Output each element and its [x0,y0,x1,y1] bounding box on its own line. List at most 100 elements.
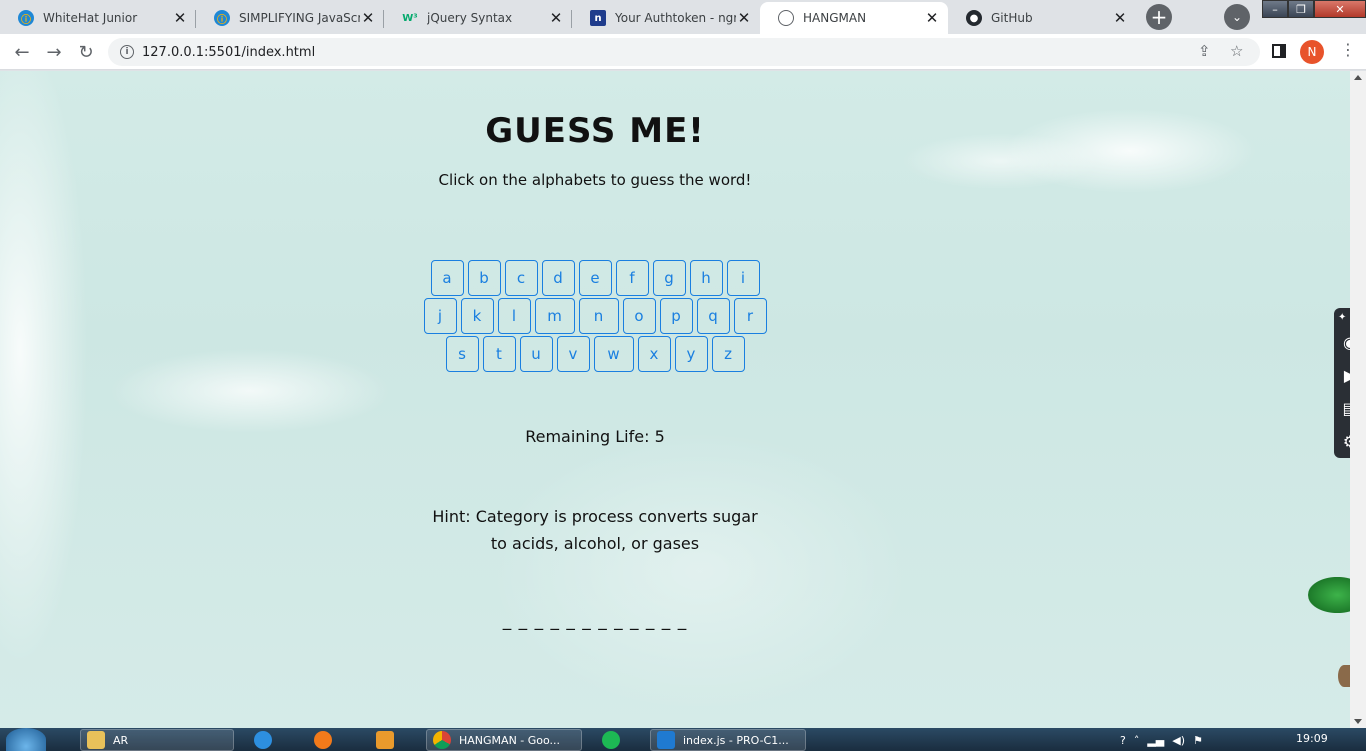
letter-key-f[interactable]: f [615,260,649,296]
side-panel-icon[interactable] [1272,44,1286,58]
start-button[interactable] [6,728,46,751]
minimize-button[interactable]: – [1262,0,1288,18]
close-icon[interactable]: ✕ [924,9,940,27]
taskbar-item-folder[interactable]: AR [80,729,234,751]
letter-key-n[interactable]: n [578,298,619,334]
share-icon[interactable]: ⇪ [1198,42,1211,60]
letter-key-z[interactable]: z [711,336,745,372]
site-info-icon[interactable]: i [120,45,134,59]
tab-search-button[interactable]: ⌄ [1224,4,1250,30]
address-bar[interactable]: i 127.0.0.1:5501/index.html ⇪ ☆ [108,38,1260,66]
letter-key-w[interactable]: w [593,336,634,372]
tab-whitehat-junior[interactable]: ⓘ WhiteHat Junior ✕ [0,2,196,34]
word-blanks: _ _ _ _ _ _ _ _ _ _ _ _ [502,611,688,631]
tab-github[interactable]: ● GitHub ✕ [948,2,1136,34]
new-tab-button[interactable]: + [1146,4,1172,30]
letter-key-y[interactable]: y [674,336,708,372]
chrome-icon [433,731,451,749]
whitehat-icon: ⓘ [214,10,230,26]
tab-title: WhiteHat Junior [43,11,138,25]
clock[interactable]: 19:09 [1296,732,1328,745]
letter-key-c[interactable]: c [504,260,538,296]
taskbar-item-label: index.js - PRO-C1... [683,733,789,747]
taskbar-item-vscode[interactable]: index.js - PRO-C1... [650,729,806,751]
letter-key-h[interactable]: h [689,260,723,296]
window-controls: – ❐ ✕ [1262,0,1366,18]
letter-key-l[interactable]: l [497,298,531,334]
ngrok-icon: n [590,10,606,26]
close-icon[interactable]: ✕ [172,9,188,27]
letter-key-x[interactable]: x [637,336,671,372]
vertical-scrollbar[interactable] [1350,71,1366,728]
keyboard-row: jklmnopqr [420,298,770,334]
scroll-up-arrow-icon[interactable] [1354,75,1362,80]
leaf-decoration [1308,577,1350,613]
restore-button[interactable]: ❐ [1288,0,1314,18]
close-icon[interactable]: ✕ [548,9,564,27]
tab-ngrok-authtoken[interactable]: n Your Authtoken - ngrok ✕ [572,2,760,34]
tab-title: jQuery Syntax [427,11,513,25]
letter-key-d[interactable]: d [541,260,575,296]
menu-kebab-icon[interactable]: ⋮ [1340,40,1356,59]
chevron-up-icon[interactable]: ˄ [1134,734,1140,747]
letter-key-q[interactable]: q [696,298,730,334]
close-icon[interactable]: ✕ [360,9,376,27]
tab-title: GitHub [991,11,1033,25]
tab-jquery-syntax[interactable]: W³ jQuery Syntax ✕ [384,2,572,34]
taskbar-item-chrome[interactable]: HANGMAN - Goo... [426,729,582,751]
forward-arrow-icon[interactable]: → [42,40,66,64]
reload-icon[interactable]: ↻ [74,40,98,64]
tab-title: SIMPLIFYING JavaScript [239,11,360,25]
keyboard-row: abcdefghi [420,260,770,296]
signal-icon[interactable]: ▂▄ [1147,734,1164,747]
windows-taskbar: AR HANGMAN - Goo... index.js - PRO-C1...… [0,728,1366,751]
remaining-life: Remaining Life: 5 [525,427,665,446]
letter-key-e[interactable]: e [578,260,612,296]
letter-key-t[interactable]: t [482,336,516,372]
tab-title: Your Authtoken - ngrok [615,11,736,25]
hint-text: Hint: Category is process converts sugar… [432,507,758,553]
letter-key-u[interactable]: u [519,336,553,372]
profile-avatar[interactable]: N [1300,40,1324,64]
letter-key-k[interactable]: k [460,298,494,334]
close-icon[interactable]: ✕ [1112,9,1128,27]
help-icon[interactable]: ? [1120,734,1126,747]
letter-key-g[interactable]: g [652,260,686,296]
spotify-icon [602,731,620,749]
globe-icon [778,10,794,26]
tab-title: HANGMAN [803,11,867,25]
scroll-down-arrow-icon[interactable] [1354,719,1362,724]
acorn-decoration [1338,665,1350,687]
letter-key-m[interactable]: m [534,298,575,334]
letter-key-i[interactable]: i [726,260,760,296]
firefox-icon [314,731,332,749]
taskbar-item-media-player[interactable] [370,729,410,751]
tab-hangman[interactable]: HANGMAN ✕ [760,2,948,34]
letter-key-b[interactable]: b [467,260,501,296]
github-icon: ● [966,10,982,26]
close-icon[interactable]: ✕ [736,9,752,27]
taskbar-item-spotify[interactable] [596,729,636,751]
letter-key-v[interactable]: v [556,336,590,372]
taskbar-item-firefox[interactable] [308,729,348,751]
volume-icon[interactable]: ◀) [1172,734,1185,747]
back-arrow-icon[interactable]: ← [10,40,34,64]
window-close-button[interactable]: ✕ [1314,0,1366,18]
instructions-text: Click on the alphabets to guess the word… [438,171,752,189]
w3schools-icon: W³ [402,12,418,24]
url-text[interactable]: 127.0.0.1:5501/index.html [142,45,315,60]
letter-key-o[interactable]: o [622,298,656,334]
letter-key-a[interactable]: a [430,260,464,296]
letter-key-r[interactable]: r [733,298,767,334]
whitehat-icon: ⓘ [18,10,34,26]
letter-key-s[interactable]: s [445,336,479,372]
page-viewport: GUESS ME! Click on the alphabets to gues… [0,71,1350,728]
taskbar-item-internet-explorer[interactable] [248,729,288,751]
letter-keyboard: abcdefghi jklmnopqr stuvwxyz [420,260,770,374]
browser-toolbar: ← → ↻ i 127.0.0.1:5501/index.html ⇪ ☆ N … [0,34,1366,70]
tab-simplifying-javascript[interactable]: ⓘ SIMPLIFYING JavaScript ✕ [196,2,384,34]
network-icon[interactable]: ⚑ [1193,734,1203,747]
bookmark-star-icon[interactable]: ☆ [1230,42,1243,60]
letter-key-p[interactable]: p [659,298,693,334]
letter-key-j[interactable]: j [423,298,457,334]
